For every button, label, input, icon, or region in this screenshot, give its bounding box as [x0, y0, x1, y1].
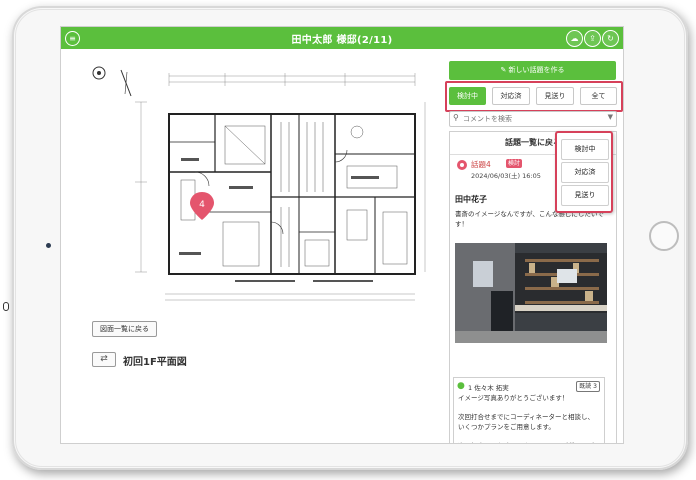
refresh-icon[interactable]: ↻: [602, 30, 619, 47]
cloud-icon[interactable]: ☁: [566, 30, 583, 47]
top-bar: ≡ 田中太郎 様邸(2/11) ☁ ⇪ ↻: [61, 27, 623, 49]
topic-date: 2024/06/03(土) 16:05: [471, 172, 541, 180]
comment-search[interactable]: ⚲ ▼: [449, 111, 617, 127]
floor-plan-drawing[interactable]: 4: [85, 62, 441, 312]
user-icon: ●: [457, 381, 465, 391]
side-marker: [3, 302, 9, 311]
swap-icon[interactable]: ⇄: [92, 352, 116, 367]
tab-pending[interactable]: 検討中: [449, 87, 486, 105]
pin-number[interactable]: 4: [199, 200, 205, 210]
camera: [46, 243, 51, 248]
pencil-icon: ✎: [500, 66, 509, 74]
back-to-drawing-list-button[interactable]: 図面一覧に戻る: [92, 321, 157, 337]
status-dropdown-menu: 検討中 対応済 見送り: [555, 131, 613, 213]
status-option-pending[interactable]: 検討中: [561, 139, 609, 160]
topic-pin-icon: [457, 160, 467, 170]
search-icon: ⚲: [453, 113, 459, 122]
page-title: 田中太郎 様邸(2/11): [291, 35, 393, 46]
chevron-down-icon[interactable]: ▼: [608, 113, 613, 121]
status-option-postponed[interactable]: 見送り: [561, 185, 609, 206]
tab-all[interactable]: 全て: [580, 87, 617, 105]
status-badge[interactable]: 検討: [506, 159, 523, 168]
attached-photo[interactable]: [455, 243, 607, 343]
reply-comment[interactable]: ● 1 佐々木 拓実 既読 3 イメージ写真ありがとうございます！ 次回打合せま…: [453, 377, 605, 443]
status-option-resolved[interactable]: 対応済: [561, 162, 609, 183]
reply-author: 1 佐々木 拓実: [468, 384, 509, 392]
read-count-badge: 既読 3: [576, 381, 600, 392]
new-topic-button[interactable]: ✎ 新しい話題を作る: [449, 61, 616, 80]
cloud-upload-icon[interactable]: ⇪: [584, 30, 601, 47]
reply-text: イメージ写真ありがとうございます！ 次回打合せまでにコーディネーターと相談し、い…: [458, 394, 595, 443]
search-input[interactable]: [463, 113, 593, 124]
drawing-title: 初回1F平面図: [123, 357, 187, 368]
topic-number: 話題4: [471, 160, 491, 169]
topic-author: 田中花子: [455, 195, 487, 204]
app-screen: ≡ 田中太郎 様邸(2/11) ☁ ⇪ ↻ 4 図面一覧に戻る ⇄ 初回1F平面…: [60, 26, 624, 444]
new-topic-label: 新しい話題を作る: [508, 66, 565, 74]
home-button[interactable]: [649, 221, 679, 251]
tab-postponed[interactable]: 見送り: [536, 87, 574, 105]
tab-resolved[interactable]: 対応済: [492, 87, 530, 105]
filter-tabs: 検討中 対応済 見送り 全て: [445, 81, 623, 112]
